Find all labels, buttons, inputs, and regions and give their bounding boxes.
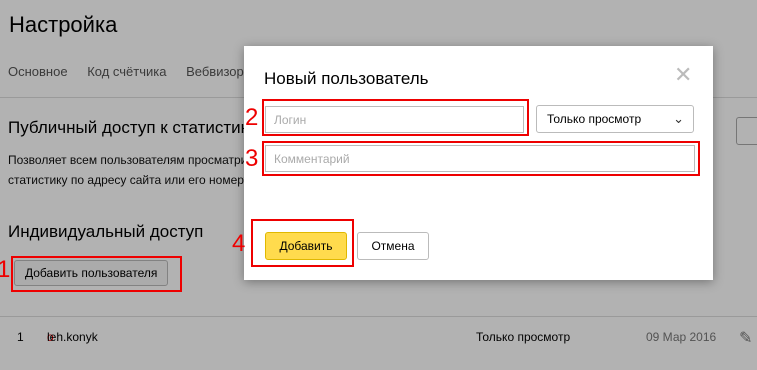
dialog-title: Новый пользователь: [264, 69, 429, 88]
annotation-number-3: 3: [245, 145, 259, 172]
annotation-number-1: 1: [0, 256, 11, 283]
annotation-box-2: [262, 99, 529, 136]
annotation-box-1: [11, 256, 182, 292]
annotation-number-4: 4: [232, 230, 246, 257]
chevron-down-icon: ⌄: [673, 111, 684, 126]
annotation-box-3: [262, 141, 700, 176]
permission-select-value: Только просмотр: [547, 112, 642, 126]
close-icon[interactable]: ✕: [674, 64, 692, 86]
annotation-box-4: [251, 219, 354, 267]
cancel-button[interactable]: Отмена: [357, 232, 429, 260]
permission-select[interactable]: Только просмотр ⌄: [536, 105, 694, 133]
annotation-number-2: 2: [245, 104, 259, 131]
